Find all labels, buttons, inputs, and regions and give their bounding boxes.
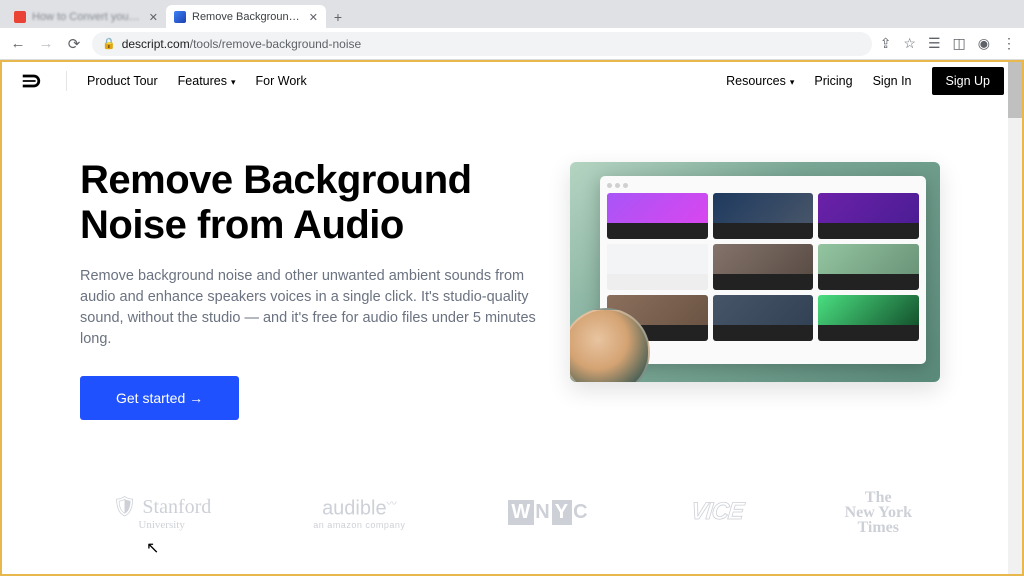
get-started-button[interactable]: Get started → xyxy=(80,376,239,420)
favicon-icon xyxy=(174,11,186,23)
reload-button[interactable]: ⟳ xyxy=(64,35,84,53)
favicon-icon xyxy=(14,11,26,23)
hero-description: Remove background noise and other unwant… xyxy=(80,266,550,350)
logo-stanford: 🛡 Stanford University xyxy=(112,494,211,531)
new-tab-button[interactable]: + xyxy=(326,9,350,25)
lock-icon: 🔒 xyxy=(102,37,116,50)
profile-icon[interactable]: ◉ xyxy=(978,35,990,52)
descript-logo[interactable] xyxy=(20,70,42,92)
divider xyxy=(66,71,67,91)
scrollbar-thumb[interactable] xyxy=(1008,62,1022,118)
chevron-down-icon: ▾ xyxy=(231,77,236,88)
nav-sign-in[interactable]: Sign In xyxy=(873,74,912,88)
nav-product-tour[interactable]: Product Tour xyxy=(87,74,158,88)
hero-copy: Remove Background Noise from Audio Remov… xyxy=(80,158,550,420)
page-content: Product Tour Features ▾ For Work Resourc… xyxy=(2,62,1022,574)
logo-nyt: The New York Times xyxy=(845,490,912,536)
nav-resources[interactable]: Resources ▾ xyxy=(726,74,794,88)
url-text: descript.com/tools/remove-background-noi… xyxy=(122,37,361,51)
reading-list-icon[interactable]: ☰ xyxy=(928,35,941,52)
nav-resources-label: Resources xyxy=(726,74,786,88)
hero-section: Remove Background Noise from Audio Remov… xyxy=(2,100,1022,420)
browser-tab-active[interactable]: Remove Background Noise from... ✕ xyxy=(166,5,326,29)
toolbar-right: ⇪ ☆ ☰ ◫ ◉ ⋮ xyxy=(880,35,1016,52)
close-icon[interactable]: ✕ xyxy=(149,11,158,24)
logo-icon xyxy=(20,70,42,92)
menu-icon[interactable]: ⋮ xyxy=(1002,35,1016,52)
tab-title: How to Convert your PDF file in ... xyxy=(32,11,143,23)
app-window-mock xyxy=(600,176,926,364)
side-panel-icon[interactable]: ◫ xyxy=(953,35,966,52)
partner-logos: 🛡 Stanford University audible〰 an amazon… xyxy=(2,420,1022,536)
toolbar: ← → ⟳ 🔒 descript.com/tools/remove-backgr… xyxy=(0,28,1024,60)
tab-title: Remove Background Noise from... xyxy=(192,11,303,23)
chevron-down-icon: ▾ xyxy=(790,77,795,88)
tab-strip: How to Convert your PDF file in ... ✕ Re… xyxy=(0,0,1024,28)
logo-wnyc: WNYC xyxy=(507,500,588,525)
forward-button[interactable]: → xyxy=(36,35,56,52)
share-icon[interactable]: ⇪ xyxy=(880,35,892,52)
address-bar[interactable]: 🔒 descript.com/tools/remove-background-n… xyxy=(92,32,872,56)
site-header: Product Tour Features ▾ For Work Resourc… xyxy=(2,62,1022,100)
nav-features-label: Features xyxy=(178,74,227,88)
bookmark-icon[interactable]: ☆ xyxy=(903,35,916,52)
nav-for-work[interactable]: For Work xyxy=(256,74,307,88)
nav-pricing[interactable]: Pricing xyxy=(814,74,852,88)
sign-up-button[interactable]: Sign Up xyxy=(932,67,1004,95)
logo-vice: VICE xyxy=(689,498,744,526)
logo-audible: audible〰 an amazon company xyxy=(313,495,405,531)
page-highlight-border: Product Tour Features ▾ For Work Resourc… xyxy=(0,60,1024,576)
browser-tab[interactable]: How to Convert your PDF file in ... ✕ xyxy=(6,5,166,29)
page-title: Remove Background Noise from Audio xyxy=(80,158,550,248)
back-button[interactable]: ← xyxy=(8,35,28,52)
hero-image xyxy=(570,162,940,382)
nav-features[interactable]: Features ▾ xyxy=(178,74,236,88)
vertical-scrollbar[interactable] xyxy=(1008,62,1022,574)
close-icon[interactable]: ✕ xyxy=(309,11,318,24)
